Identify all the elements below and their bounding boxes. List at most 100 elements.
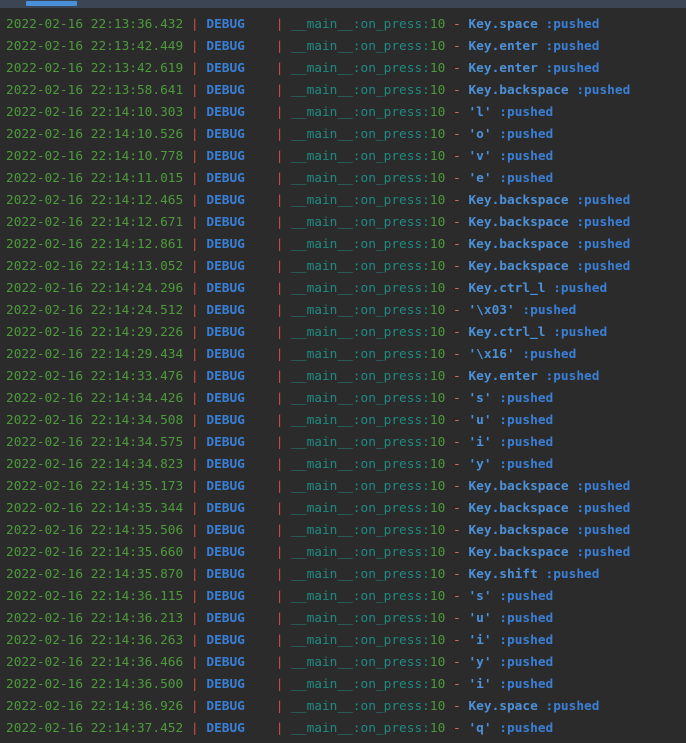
log-message-status: :pushed bbox=[576, 523, 631, 538]
log-function: on_press bbox=[360, 655, 423, 670]
log-separator-1: | bbox=[190, 721, 199, 736]
log-separator-1: | bbox=[190, 281, 199, 296]
log-level: DEBUG bbox=[206, 17, 245, 32]
log-message-status: :pushed bbox=[545, 39, 600, 54]
log-colon-2: : bbox=[422, 105, 430, 120]
log-module: __main__ bbox=[291, 83, 353, 98]
log-message-status: :pushed bbox=[576, 215, 631, 230]
log-timestamp: 2022-02-16 22:14:29.226 bbox=[6, 325, 184, 340]
horizontal-scrollbar-thumb[interactable] bbox=[26, 1, 77, 6]
log-message-status: :pushed bbox=[545, 567, 600, 582]
log-level: DEBUG bbox=[206, 435, 245, 450]
log-dash: - bbox=[453, 567, 461, 582]
log-level: DEBUG bbox=[206, 369, 245, 384]
log-colon-2: : bbox=[422, 237, 430, 252]
log-function: on_press bbox=[360, 325, 423, 340]
log-function: on_press bbox=[360, 105, 423, 120]
log-line: 2022-02-16 22:13:36.432 | DEBUG | __main… bbox=[6, 14, 686, 36]
log-function: on_press bbox=[360, 457, 423, 472]
log-message-status: :pushed bbox=[545, 17, 600, 32]
log-colon-1: : bbox=[352, 171, 361, 186]
log-colon-2: : bbox=[422, 215, 430, 230]
log-message-key: Key.backspace bbox=[468, 237, 569, 252]
log-function: on_press bbox=[360, 677, 423, 692]
log-lineno: 10 bbox=[429, 611, 446, 626]
log-module: __main__ bbox=[291, 325, 353, 340]
log-message-key: Key.backspace bbox=[468, 259, 569, 274]
log-function: on_press bbox=[360, 699, 423, 714]
log-colon-2: : bbox=[422, 457, 430, 472]
log-module: __main__ bbox=[291, 237, 353, 252]
log-message-key: 'i' bbox=[468, 633, 492, 648]
log-line: 2022-02-16 22:13:42.449 | DEBUG | __main… bbox=[6, 36, 686, 58]
log-viewer-window: 2022-02-16 22:13:36.432 | DEBUG | __main… bbox=[0, 0, 686, 743]
log-lineno: 10 bbox=[429, 17, 446, 32]
log-separator-1: | bbox=[190, 237, 199, 252]
log-function: on_press bbox=[360, 369, 423, 384]
log-message-status: :pushed bbox=[545, 699, 600, 714]
log-function: on_press bbox=[360, 149, 423, 164]
log-separator-1: | bbox=[190, 171, 199, 186]
log-line: 2022-02-16 22:14:36.115 | DEBUG | __main… bbox=[6, 586, 686, 608]
log-function: on_press bbox=[360, 413, 423, 428]
log-colon-2: : bbox=[422, 611, 430, 626]
log-module: __main__ bbox=[291, 105, 353, 120]
log-level: DEBUG bbox=[206, 193, 245, 208]
log-level: DEBUG bbox=[206, 523, 245, 538]
log-colon-2: : bbox=[422, 61, 430, 76]
log-timestamp: 2022-02-16 22:14:34.508 bbox=[6, 413, 184, 428]
log-lineno: 10 bbox=[429, 655, 446, 670]
log-colon-2: : bbox=[422, 347, 430, 362]
log-message-key: 'v' bbox=[468, 149, 492, 164]
log-module: __main__ bbox=[291, 17, 353, 32]
log-separator-1: | bbox=[190, 105, 199, 120]
log-function: on_press bbox=[360, 39, 423, 54]
log-lineno: 10 bbox=[429, 83, 446, 98]
log-colon-1: : bbox=[352, 567, 361, 582]
log-module: __main__ bbox=[291, 721, 353, 736]
log-line: 2022-02-16 22:14:10.303 | DEBUG | __main… bbox=[6, 102, 686, 124]
log-dash: - bbox=[453, 501, 461, 516]
log-colon-2: : bbox=[422, 17, 430, 32]
log-colon-1: : bbox=[352, 105, 361, 120]
log-output-area[interactable]: 2022-02-16 22:13:36.432 | DEBUG | __main… bbox=[0, 8, 686, 743]
log-separator-1: | bbox=[190, 677, 199, 692]
log-line: 2022-02-16 22:14:36.466 | DEBUG | __main… bbox=[6, 652, 686, 674]
log-line: 2022-02-16 22:14:36.263 | DEBUG | __main… bbox=[6, 630, 686, 652]
log-message-status: :pushed bbox=[576, 193, 631, 208]
log-lineno: 10 bbox=[429, 171, 446, 186]
log-lineno: 10 bbox=[429, 677, 446, 692]
log-lineno: 10 bbox=[429, 61, 446, 76]
